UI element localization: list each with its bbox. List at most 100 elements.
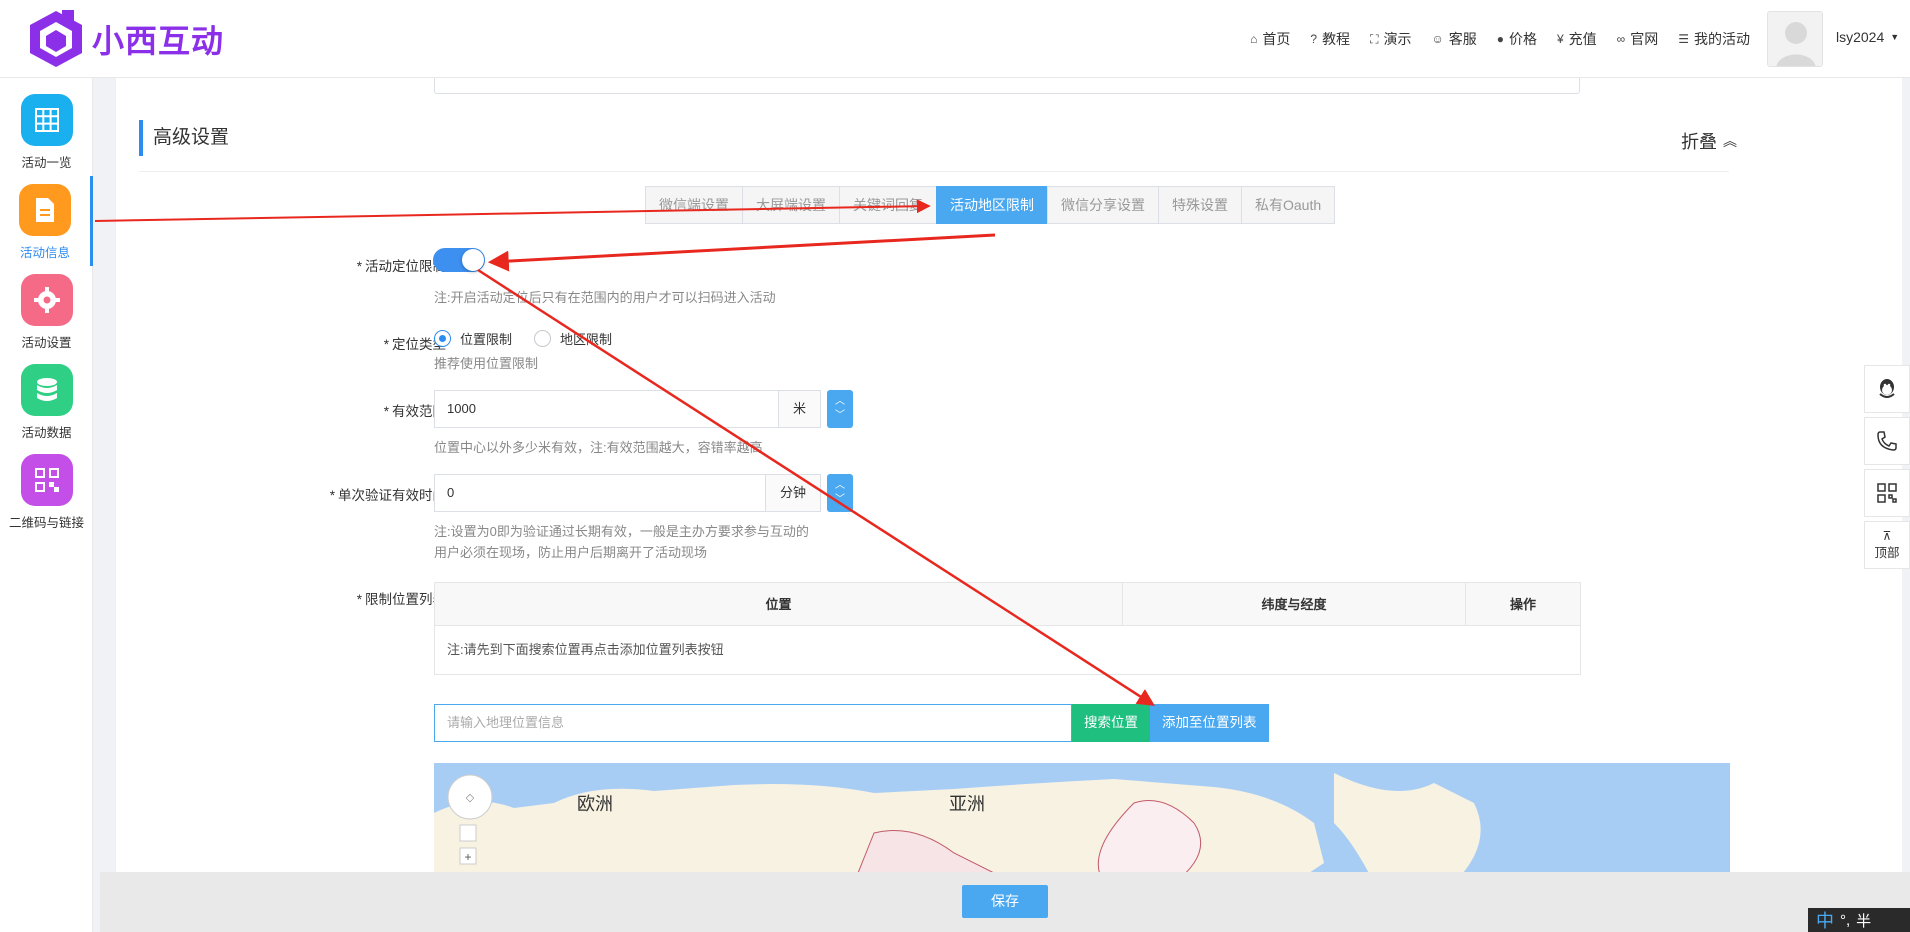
- sidebar-item-activity-list[interactable]: 活动一览: [0, 86, 93, 176]
- map-view[interactable]: ◇ + 欧洲 亚洲: [434, 763, 1730, 883]
- radio-checked-icon: [434, 330, 451, 347]
- nav-recharge[interactable]: ¥ 充值: [1557, 29, 1597, 49]
- tab-wechat[interactable]: 微信端设置: [645, 186, 743, 224]
- gear-icon: [20, 274, 73, 326]
- section-divider: [139, 171, 1729, 172]
- avatar[interactable]: [1767, 11, 1823, 67]
- settings-card: 高级设置 折叠 ︽ 微信端设置 大屏端设置 关键词回复 活动地区限制 微信分享设…: [115, 76, 1902, 932]
- validity-label: * 单次验证有效时间: [329, 488, 446, 503]
- sidebar-item-label: 活动数据: [21, 426, 72, 440]
- range-label: * 有效范围: [383, 404, 446, 419]
- database-icon: [20, 364, 73, 416]
- back-to-top-label: 顶部: [1874, 545, 1900, 560]
- username: lsy2024: [1836, 29, 1885, 45]
- sidebar-item-activity-data[interactable]: 活动数据: [0, 356, 93, 446]
- nav-tutorial[interactable]: ? 教程: [1310, 29, 1350, 49]
- radio-region-limit[interactable]: 地区限制: [534, 329, 612, 348]
- top-bar: 小西互动 ⌂ 首页 ? 教程 ⛶ 演示 ☺ 客服 ● 价格 ¥ 充值 ∞ 官网 ☰ 我的活动 l…: [0, 0, 1910, 78]
- fold-label: 折叠: [1681, 132, 1717, 152]
- tab-big-screen[interactable]: 大屏端设置: [742, 186, 840, 224]
- location-type-label: * 定位类型: [383, 337, 446, 352]
- nav-service[interactable]: ☺ 客服: [1431, 29, 1476, 49]
- link-icon: ∞: [1616, 32, 1626, 46]
- sidebar-item-activity-info[interactable]: 活动信息: [0, 176, 93, 266]
- sidebar: 活动一览 活动信息 活动设置 活动数据 二维码与链接: [0, 78, 93, 932]
- radio-position-limit[interactable]: 位置限制: [434, 329, 512, 348]
- user-menu[interactable]: lsy2024 ▼: [1836, 29, 1899, 45]
- location-list-table: 位置 纬度与经度 操作 注:请先到下面搜索位置再点击添加位置列表按钮: [434, 582, 1581, 675]
- search-location-button[interactable]: 搜索位置: [1072, 704, 1150, 742]
- range-stepper[interactable]: ︿ ﹀: [827, 390, 854, 428]
- sidebar-item-label: 二维码与链接: [8, 516, 84, 530]
- sidebar-item-label: 活动一览: [21, 156, 72, 170]
- tab-keyword-reply[interactable]: 关键词回复: [839, 186, 937, 224]
- column-header-coordinates: 纬度与经度: [1123, 583, 1466, 625]
- validity-unit: 分钟: [766, 474, 822, 512]
- nav-my-activities[interactable]: ☰ 我的活动: [1678, 29, 1750, 49]
- yen-icon: ¥: [1556, 32, 1564, 46]
- column-header-actions: 操作: [1509, 597, 1536, 612]
- sidebar-item-label: 活动信息: [19, 246, 70, 260]
- nav-official-site[interactable]: ∞ 官网: [1617, 29, 1659, 49]
- caret-down-icon: ▼: [1890, 32, 1900, 42]
- section-title: 高级设置: [139, 120, 229, 156]
- fullscreen-icon: ⛶: [1370, 31, 1379, 46]
- qrcode-float-button[interactable]: [1864, 469, 1910, 517]
- switch-knob: [462, 249, 484, 271]
- sidebar-item-qrcode-link[interactable]: 二维码与链接: [0, 446, 93, 536]
- tab-special[interactable]: 特殊设置: [1158, 186, 1242, 224]
- tab-region-limit[interactable]: 活动地区限制: [936, 186, 1048, 224]
- add-to-list-button[interactable]: 添加至位置列表: [1150, 704, 1269, 742]
- location-type-hint: 推荐使用位置限制: [434, 356, 539, 371]
- previous-field-input[interactable]: [434, 76, 1580, 94]
- radio-unchecked-icon: [534, 330, 552, 347]
- nav-demo[interactable]: ⛶ 演示: [1370, 29, 1411, 49]
- validity-input[interactable]: 0: [434, 474, 766, 512]
- location-limit-hint: 注:开启活动定位后只有在范围内的用户才可以扫码进入活动: [434, 290, 776, 305]
- smile-icon: ☺: [1431, 32, 1444, 46]
- fold-toggle[interactable]: 折叠 ︽: [1681, 128, 1737, 154]
- table-empty-note: 注:请先到下面搜索位置再点击添加位置列表按钮: [447, 642, 724, 657]
- user-silhouette-icon: [1776, 22, 1816, 66]
- range-input[interactable]: 1000: [434, 390, 779, 428]
- ime-indicator[interactable]: 中 °, 半: [1808, 908, 1910, 932]
- nav-price[interactable]: ● 价格: [1497, 29, 1537, 49]
- chevron-up-icon: ︽: [1723, 133, 1737, 149]
- tab-private-oauth[interactable]: 私有Oauth: [1241, 186, 1336, 224]
- info-icon: ●: [1496, 32, 1504, 46]
- help-icon: ?: [1310, 32, 1318, 46]
- location-search-input[interactable]: 请输入地理位置信息: [434, 704, 1072, 742]
- settings-tabs: 微信端设置 大屏端设置 关键词回复 活动地区限制 微信分享设置 特殊设置 私有O…: [645, 186, 1336, 224]
- document-icon: [19, 184, 71, 236]
- map-canvas: ◇ +: [434, 773, 1481, 883]
- validity-stepper[interactable]: ︿ ﹀: [827, 474, 854, 512]
- validity-hint-line2: 用户必须在现场，防止用户后期离开了活动现场: [434, 545, 708, 560]
- nav-home[interactable]: ⌂ 首页: [1250, 29, 1290, 49]
- table-header: 位置 纬度与经度 操作: [435, 583, 1580, 626]
- location-search-bar: 请输入地理位置信息 搜索位置 添加至位置列表: [434, 704, 1269, 742]
- svg-text:◇: ◇: [466, 792, 475, 804]
- save-button[interactable]: 保存: [962, 885, 1048, 918]
- phone-contact-button[interactable]: [1864, 417, 1910, 465]
- ime-punctuation: °,: [1840, 911, 1851, 929]
- ime-language: 中: [1816, 911, 1834, 931]
- qq-contact-button[interactable]: [1864, 365, 1910, 413]
- location-limit-switch[interactable]: [433, 248, 485, 272]
- qq-icon: [1879, 379, 1895, 398]
- back-to-top-button[interactable]: ⊼ 顶部: [1864, 521, 1910, 569]
- grid-icon: [20, 94, 73, 146]
- column-header-location: 位置: [435, 583, 1123, 625]
- map-label-europe: 欧洲: [577, 794, 613, 814]
- footer-bar: 保存: [100, 872, 1910, 932]
- brand-name: 小西互动: [92, 22, 225, 60]
- stepper-down-icon: ﹀: [835, 410, 846, 421]
- logo-cube-icon: [30, 10, 82, 67]
- brand-logo[interactable]: 小西互动: [26, 8, 224, 70]
- location-type-radio-group: 位置限制 地区限制: [434, 329, 612, 348]
- sidebar-item-activity-settings[interactable]: 活动设置: [0, 266, 93, 356]
- phone-icon: [1877, 431, 1897, 451]
- qrcode-icon: [20, 454, 73, 506]
- sidebar-item-label: 活动设置: [21, 336, 72, 350]
- qrcode-small-icon: [1877, 483, 1897, 503]
- tab-wechat-share[interactable]: 微信分享设置: [1047, 186, 1159, 224]
